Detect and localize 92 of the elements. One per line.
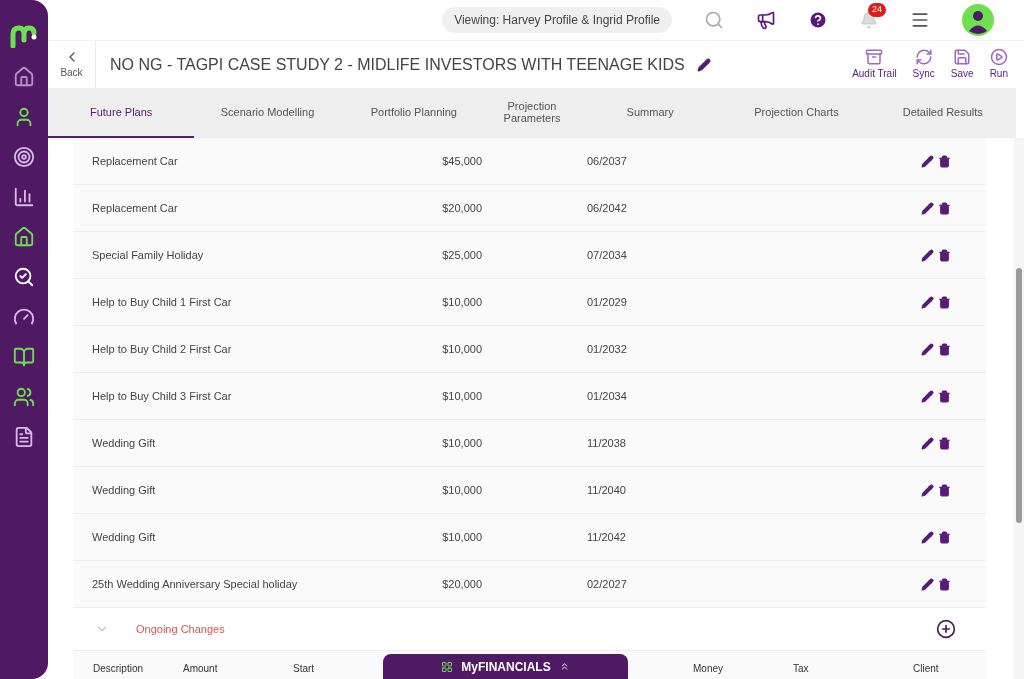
date-cell-text: 11/2040 xyxy=(587,482,626,498)
myfinancials-button[interactable]: MyFINANCIALS xyxy=(383,654,628,679)
date-cell-text: 07/2034 xyxy=(587,247,627,263)
description-cell-text: Help to Buy Child 3 First Car xyxy=(92,388,233,404)
document-icon[interactable] xyxy=(13,426,35,448)
scrollbar-thumb[interactable] xyxy=(1016,268,1022,523)
bar-chart-icon[interactable] xyxy=(13,186,35,208)
amount-cell-text: $25,000 xyxy=(441,247,482,263)
tab[interactable]: Projection Parameters xyxy=(487,88,577,138)
save-icon xyxy=(953,48,972,66)
help-icon[interactable] xyxy=(808,10,828,30)
edit-icon[interactable] xyxy=(921,577,934,591)
section-title[interactable]: Ongoing Changes xyxy=(136,620,225,638)
column-header: Description xyxy=(93,663,144,674)
book-icon[interactable] xyxy=(13,346,35,368)
toolbar-button[interactable]: Run xyxy=(989,48,1008,81)
delete-icon[interactable] xyxy=(938,248,951,262)
description-cell-text: Help to Buy Child 1 First Car xyxy=(92,294,233,310)
edit-icon[interactable] xyxy=(921,483,934,497)
edit-icon[interactable] xyxy=(921,389,934,403)
edit-icon[interactable] xyxy=(921,295,934,309)
amount-cell-text: $10,000 xyxy=(441,341,482,357)
amount-cell-text: $45,000 xyxy=(441,153,482,169)
description-cell-text: Wedding Gift xyxy=(92,529,157,545)
page-title: NO NG - TAGPI CASE STUDY 2 - MIDLIFE INVESTORS WITH TEENAGE KIDS xyxy=(110,54,685,75)
sync-icon xyxy=(914,48,933,66)
toolbar-button[interactable]: Save xyxy=(950,48,974,81)
tab[interactable]: Portfolio Planning xyxy=(340,88,487,138)
date-cell-text: 01/2032 xyxy=(587,341,627,357)
home-icon[interactable] xyxy=(13,226,35,248)
amount-cell-text: $10,000 xyxy=(441,388,482,404)
date-cell-text: 11/2042 xyxy=(587,529,626,545)
delete-icon[interactable] xyxy=(938,295,951,309)
description-cell-text: Wedding Gift xyxy=(92,435,157,451)
amount-cell-text: $10,000 xyxy=(441,529,482,545)
description-cell-text: 25th Wedding Anniversary Special holiday xyxy=(92,576,299,592)
delete-icon[interactable] xyxy=(938,201,951,215)
date-cell-text: 01/2034 xyxy=(587,388,627,404)
date-cell-text: 11/2038 xyxy=(587,435,626,451)
logo-icon[interactable] xyxy=(10,24,38,48)
date-cell-text: 06/2042 xyxy=(587,200,627,216)
column-header: Start xyxy=(293,663,315,674)
delete-icon[interactable] xyxy=(938,436,951,450)
column-header: Money xyxy=(693,663,723,674)
toolbar-button[interactable]: Audit Trail xyxy=(852,48,897,81)
edit-icon[interactable] xyxy=(921,342,934,356)
date-cell-text: 01/2029 xyxy=(587,294,627,310)
viewing-pill: Viewing: Harvey Profile & Ingrid Profile xyxy=(442,7,672,33)
column-header: Tax xyxy=(793,663,809,674)
add-icon[interactable] xyxy=(936,619,956,639)
description-cell-text: Help to Buy Child 2 First Car xyxy=(92,341,233,357)
description-cell-text: Wedding Gift xyxy=(92,482,157,498)
amount-cell-text: $10,000 xyxy=(441,435,482,451)
amount-cell-text: $20,000 xyxy=(441,200,482,216)
tab[interactable]: Summary xyxy=(577,88,724,138)
bell-icon[interactable] xyxy=(860,11,878,29)
megaphone-icon[interactable] xyxy=(756,10,776,30)
column-header: Client xyxy=(913,663,939,674)
date-cell-text: 06/2037 xyxy=(587,153,627,169)
date-cell-text: 02/2027 xyxy=(587,576,627,592)
amount-cell-text: $20,000 xyxy=(441,576,482,592)
notification-badge: 24 xyxy=(868,3,886,17)
edit-icon[interactable] xyxy=(696,57,711,72)
target-icon[interactable] xyxy=(13,146,35,168)
edit-icon[interactable] xyxy=(921,154,934,168)
tab[interactable]: Projection Charts xyxy=(723,88,870,138)
edit-icon[interactable] xyxy=(921,248,934,262)
tab[interactable]: Detailed Results xyxy=(869,88,1016,138)
tab[interactable]: Scenario Modelling xyxy=(194,88,341,138)
description-cell-text: Replacement Car xyxy=(92,153,179,169)
delete-icon[interactable] xyxy=(938,577,951,591)
delete-icon[interactable] xyxy=(938,483,951,497)
avatar-icon[interactable] xyxy=(962,4,994,36)
amount-cell-text: $10,000 xyxy=(441,294,482,310)
delete-icon[interactable] xyxy=(938,389,951,403)
edit-icon[interactable] xyxy=(921,530,934,544)
menu-icon[interactable] xyxy=(910,10,930,30)
grid-icon xyxy=(441,660,454,673)
toolbar-button[interactable]: Sync xyxy=(912,48,935,81)
home-icon[interactable] xyxy=(13,66,35,88)
house-search-icon[interactable] xyxy=(13,266,35,288)
delete-icon[interactable] xyxy=(938,154,951,168)
delete-icon[interactable] xyxy=(938,530,951,544)
column-header: Amount xyxy=(183,663,218,674)
amount-cell-text: $10,000 xyxy=(441,482,482,498)
delete-icon[interactable] xyxy=(938,342,951,356)
description-cell-text: Special Family Holiday xyxy=(92,247,205,263)
edit-icon[interactable] xyxy=(921,201,934,215)
description-cell-text: Replacement Car xyxy=(92,200,179,216)
edit-icon[interactable] xyxy=(921,436,934,450)
users-icon[interactable] xyxy=(13,386,35,408)
play-icon xyxy=(989,48,1008,66)
